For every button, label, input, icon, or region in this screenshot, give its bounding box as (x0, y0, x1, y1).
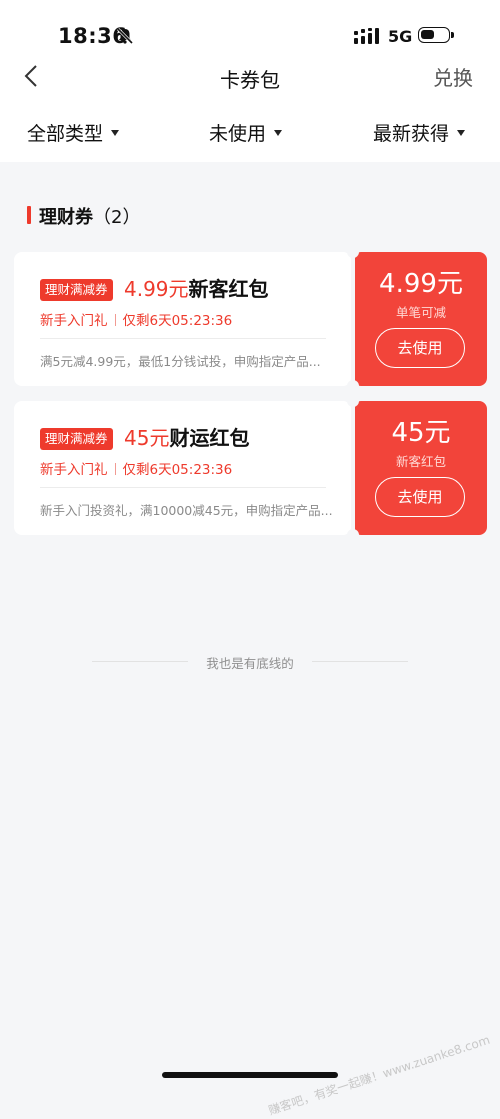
coupon-headline: 45元财运红包 (124, 425, 249, 451)
coupon-description: 新手入门投资礼，满10000减45元，申购指定产品... (40, 503, 333, 518)
coupon-card: 理财满减券 45元财运红包 新手入门礼 仅剩6天05:23:36 新手入门投资礼，… (14, 401, 487, 535)
card-notch (347, 529, 359, 535)
section-name: 理财券 (39, 207, 93, 228)
filter-type-dropdown[interactable]: 全部类型 (27, 119, 120, 146)
coupon-countdown: 仅剩6天05:23:36 (122, 462, 233, 478)
coupon-amount: 45元 (124, 426, 170, 450)
end-of-list-text: 我也是有底线的 (206, 656, 294, 671)
section-title: 理财券（2） (39, 203, 140, 229)
filter-sort-label: 最新获得 (373, 123, 450, 145)
coupon-value: 4.99元 (379, 269, 463, 299)
use-coupon-button[interactable]: 去使用 (375, 328, 465, 368)
page-title: 卡券包 (220, 68, 280, 92)
coupon-subline: 新手入门礼 仅剩6天05:23:36 (40, 309, 232, 329)
coupon-subline: 新手入门礼 仅剩6天05:23:36 (40, 458, 232, 478)
coupon-info: 理财满减券 45元财运红包 新手入门礼 仅剩6天05:23:36 新手入门投资礼，… (14, 401, 351, 535)
home-indicator[interactable] (162, 1072, 338, 1078)
status-bar: 18:36 5G (0, 0, 500, 60)
coupon-headline: 4.99元新客红包 (124, 276, 269, 302)
section-count: （2） (93, 207, 141, 228)
coupon-name: 财运红包 (169, 426, 250, 450)
filter-sort-dropdown[interactable]: 最新获得 (373, 119, 466, 146)
coupon-amount: 4.99元 (124, 277, 189, 301)
coupon-countdown: 仅剩6天05:23:36 (122, 313, 233, 329)
coupon-value-panel: 45元 新客红包 去使用 (355, 401, 487, 535)
coupon-gift-label: 新手入门礼 (40, 462, 108, 478)
use-coupon-button[interactable]: 去使用 (375, 477, 465, 517)
card-notch (347, 380, 359, 386)
signal-icon (354, 28, 379, 44)
caret-down-icon (111, 129, 120, 136)
exchange-button[interactable]: 兑换 (433, 62, 473, 91)
coupon-value: 45元 (391, 418, 451, 448)
divider (40, 338, 326, 339)
coupon-info: 理财满减券 4.99元新客红包 新手入门礼 仅剩6天05:23:36 满5元减4.… (14, 252, 351, 386)
caret-down-icon (274, 129, 283, 136)
coupon-description: 满5元减4.99元，最低1分钱试投，申购指定产品... (40, 354, 321, 369)
filter-status-label: 未使用 (209, 123, 267, 145)
separator (114, 463, 116, 475)
coupon-tag: 理财满减券 (40, 279, 113, 301)
filter-status-dropdown[interactable]: 未使用 (209, 119, 283, 146)
coupon-tag: 理财满减券 (40, 428, 113, 450)
bell-muted-icon (116, 27, 134, 45)
separator (114, 314, 116, 326)
divider (40, 487, 326, 488)
coupon-value-panel: 4.99元 单笔可减 去使用 (355, 252, 487, 386)
coupon-card: 理财满减券 4.99元新客红包 新手入门礼 仅剩6天05:23:36 满5元减4.… (14, 252, 487, 386)
coupon-gift-label: 新手入门礼 (40, 313, 108, 329)
coupon-name: 新客红包 (188, 277, 269, 301)
battery-icon (418, 27, 454, 43)
coupon-value-caption: 新客红包 (395, 454, 446, 469)
network-type: 5G (388, 27, 413, 46)
coupon-value-caption: 单笔可减 (395, 305, 446, 320)
section-marker (27, 206, 31, 224)
filter-type-label: 全部类型 (27, 123, 104, 145)
caret-down-icon (457, 129, 466, 136)
